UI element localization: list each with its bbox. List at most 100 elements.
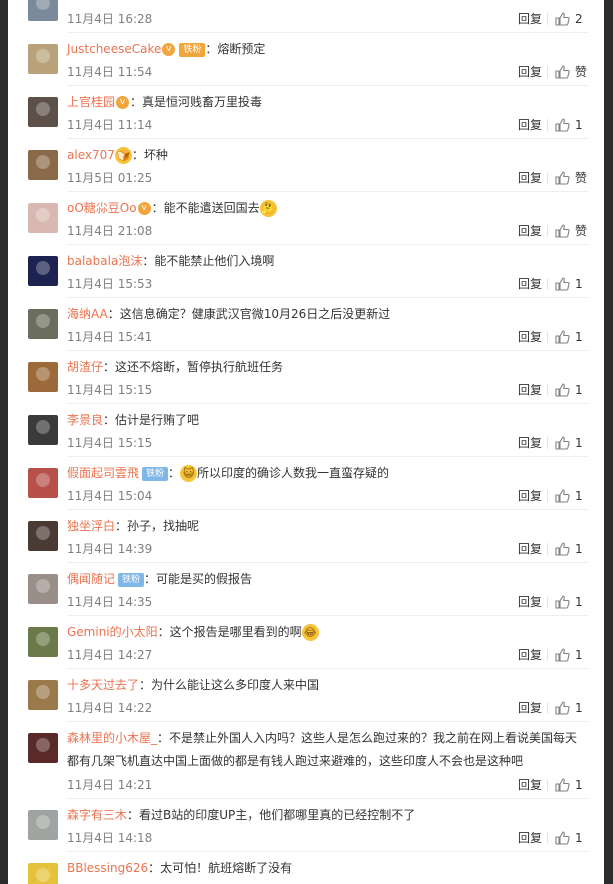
divider [547,172,548,184]
reply-button[interactable]: 回复 [518,434,542,452]
like-button[interactable]: 1 [552,275,588,293]
comment-item: 偶闻随记 铁粉 ：可能是买的假报告 11月4日 14:35 回复 1 [8,563,604,616]
like-button[interactable]: 1 [552,328,588,346]
divider [547,331,548,343]
reply-button[interactable]: 回复 [518,776,542,794]
commenter-name[interactable]: Gemini的小太阳 [67,625,158,639]
comment-item: 森林里的小木屋_：不是禁止外国人入内吗？这些人是怎么跑过来的？我之前在网上看说美… [8,722,604,799]
comment-meta: 11月4日 16:28 回复 2 [67,10,588,28]
comment-content: ：估计是行贿了吧 [103,413,200,427]
reply-button[interactable]: 回复 [518,328,542,346]
reply-button[interactable]: 回复 [518,222,542,240]
like-button[interactable]: 赞 [552,63,588,81]
like-count: 1 [575,831,583,845]
fan-badge: 铁粉 [179,42,206,57]
avatar[interactable] [28,97,58,127]
commenter-name[interactable]: alex707 [67,148,115,162]
reply-button[interactable]: 回复 [518,169,542,187]
like-count: 1 [575,542,583,556]
like-button[interactable]: 1 [552,540,588,558]
avatar[interactable] [28,415,58,445]
reply-button[interactable]: 回复 [518,116,542,134]
comment-content: ：能不能禁止他们入境啊 [142,254,275,268]
like-button[interactable]: 1 [552,593,588,611]
avatar[interactable] [28,574,58,604]
avatar[interactable] [28,468,58,498]
reply-button[interactable]: 回复 [518,540,542,558]
comment-panel: 11月4日 16:28 回复 2 JustcheeseCake v 铁粉 ：熔断预定 … [8,0,604,884]
avatar[interactable] [28,309,58,339]
comment-time: 11月4日 11:14 [67,118,153,132]
like-button[interactable]: 赞 [552,222,588,240]
divider [547,779,548,791]
comment-meta: 11月4日 15:41 回复 1 [67,328,588,346]
like-button[interactable]: 1 [552,829,588,847]
reply-button[interactable]: 回复 [518,275,542,293]
like-count: 1 [575,383,583,397]
like-count: 1 [575,595,583,609]
reply-button[interactable]: 回复 [518,593,542,611]
commenter-name[interactable]: 胡渣仔 [67,360,103,374]
avatar[interactable] [28,362,58,392]
avatar[interactable] [28,203,58,233]
emoji-icon: 🤔 [259,200,277,217]
thumb-up-icon [555,65,570,79]
reply-button[interactable]: 回复 [518,381,542,399]
thumb-up-icon [555,595,570,609]
like-button[interactable]: 1 [552,646,588,664]
avatar[interactable] [28,733,58,763]
reply-button[interactable]: 回复 [518,699,542,717]
fan-badge: 铁粉 [142,466,169,481]
reply-button[interactable]: 回复 [518,487,542,505]
comment-text: oO糖尛豆Oo v ：能不能遣送回国去 🤔 [67,197,588,220]
fan-badge: 铁粉 [118,572,145,587]
reply-button[interactable]: 回复 [518,829,542,847]
reply-button[interactable]: 回复 [518,63,542,81]
thumb-up-icon [555,542,570,556]
like-button[interactable]: 1 [552,116,588,134]
comment-content: ：能不能遣送回国去 [151,201,260,215]
commenter-name[interactable]: 上官桂园 [67,95,115,109]
like-button[interactable]: 1 [552,381,588,399]
comment-meta: 11月4日 14:18 回复 1 [67,829,588,847]
commenter-name[interactable]: 偶闻随记 [67,572,115,586]
commenter-name[interactable]: oO糖尛豆Oo [67,201,137,215]
divider [547,13,548,25]
commenter-name[interactable]: 假面起司雲飛 [67,466,139,480]
reply-button[interactable]: 回复 [518,10,542,28]
like-button[interactable]: 1 [552,776,588,794]
commenter-name[interactable]: 森字有三木 [67,808,127,822]
commenter-name[interactable]: 独坐浮白 [67,519,115,533]
commenter-name[interactable]: 森林里的小木屋_ [67,731,157,745]
comment-text: 独坐浮白：孙子，找抽呢 [67,515,588,538]
like-button[interactable]: 2 [552,10,588,28]
comment-time: 11月4日 15:53 [67,277,153,291]
avatar[interactable] [28,0,58,21]
like-button[interactable]: 赞 [552,169,588,187]
comment-time: 11月4日 14:18 [67,831,153,845]
avatar[interactable] [28,863,58,884]
like-count: 1 [575,701,583,715]
like-button[interactable]: 1 [552,487,588,505]
avatar[interactable] [28,150,58,180]
avatar[interactable] [28,256,58,286]
reply-button[interactable]: 回复 [518,646,542,664]
avatar[interactable] [28,44,58,74]
like-button[interactable]: 1 [552,434,588,452]
commenter-name[interactable]: 李景良 [67,413,103,427]
commenter-name[interactable]: JustcheeseCake [67,42,161,56]
commenter-name[interactable]: BBlessing626 [67,861,148,875]
commenter-name[interactable]: 海纳AA [67,307,108,321]
like-count: 1 [575,277,583,291]
avatar[interactable] [28,680,58,710]
comment-content: ：孙子，找抽呢 [115,519,200,533]
commenter-name[interactable]: balabala泡沫 [67,254,142,268]
avatar[interactable] [28,810,58,840]
thumb-up-icon [555,224,570,238]
comment-text: 上官桂园 v ：真是恒河贱畜万里投毒 [67,91,588,114]
avatar[interactable] [28,521,58,551]
like-button[interactable]: 1 [552,699,588,717]
commenter-name[interactable]: 十多天过去了 [67,678,139,692]
avatar[interactable] [28,627,58,657]
comment-content: ：真是恒河贱畜万里投毒 [130,95,263,109]
